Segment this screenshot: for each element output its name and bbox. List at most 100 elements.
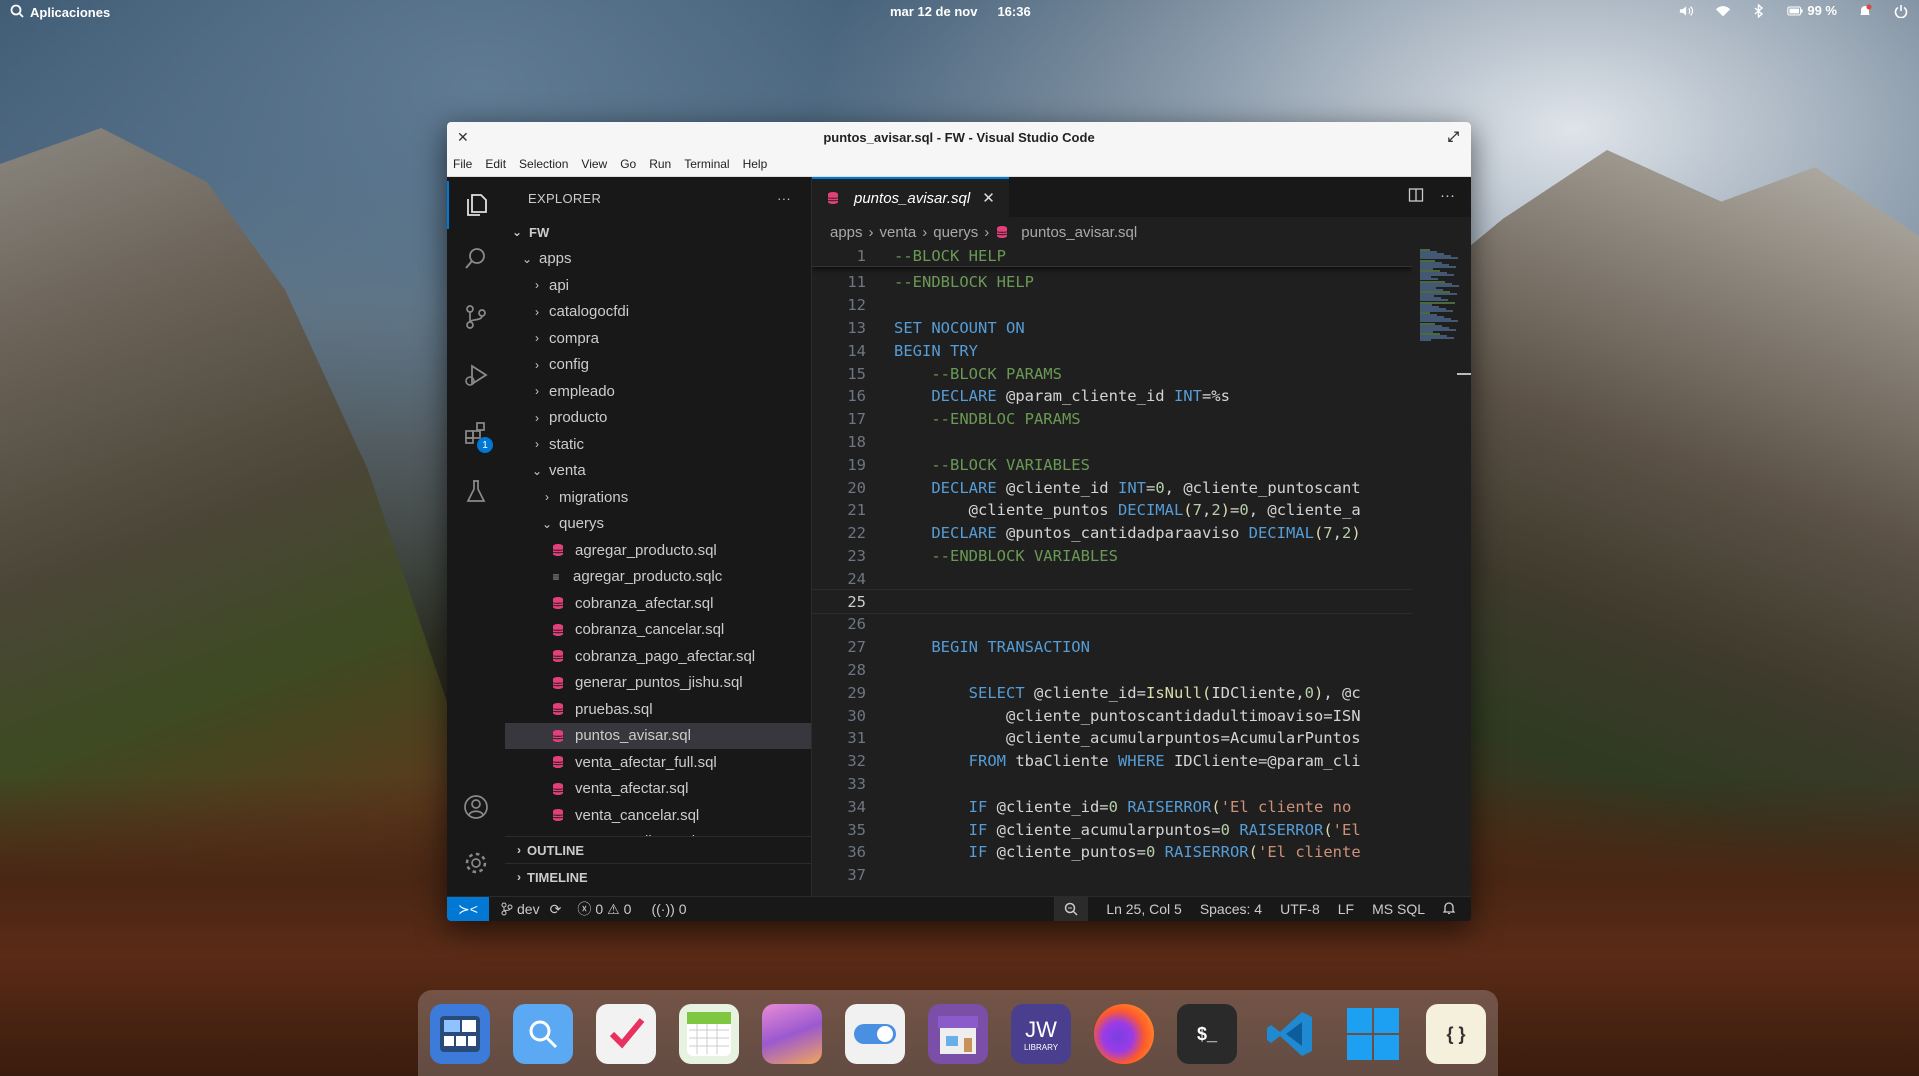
file-item[interactable]: venta_totalizar.sql xyxy=(505,829,811,836)
source-control-icon[interactable] xyxy=(447,293,505,341)
code-line[interactable]: 31 @cliente_acumularpuntos=AcumularPunto… xyxy=(812,727,1412,750)
file-item[interactable]: venta_afectar_full.sql xyxy=(505,749,811,776)
code-line[interactable]: 32 FROM tbaCliente WHERE IDCliente=@para… xyxy=(812,750,1412,773)
wifi-icon[interactable] xyxy=(1715,4,1731,18)
applications-menu[interactable]: Aplicaciones xyxy=(10,4,110,21)
settings-gear-icon[interactable] xyxy=(447,839,505,887)
dock-terminal-icon[interactable]: $_ xyxy=(1177,1004,1237,1064)
split-editor-icon[interactable] xyxy=(1408,187,1424,207)
code-line[interactable]: 20 DECLARE @cliente_id INT=0, @cliente_p… xyxy=(812,476,1412,499)
code-line[interactable]: 15 --BLOCK PARAMS xyxy=(812,362,1412,385)
folder-item[interactable]: ⌄ venta xyxy=(505,458,811,485)
editor-more-icon[interactable]: ··· xyxy=(1440,187,1455,207)
explorer-icon[interactable] xyxy=(447,181,505,229)
clock[interactable]: mar 12 de nov 16:36 xyxy=(890,4,1031,19)
file-item[interactable]: pruebas.sql xyxy=(505,696,811,723)
file-item[interactable]: cobranza_cancelar.sql xyxy=(505,617,811,644)
dock-jw-library-icon[interactable]: JW LIBRARY xyxy=(1011,1004,1071,1064)
menu-view[interactable]: View xyxy=(581,157,607,171)
run-debug-icon[interactable] xyxy=(447,351,505,399)
maximize-icon[interactable]: ⤢ xyxy=(1448,128,1459,145)
file-item[interactable]: generar_puntos_jishu.sql xyxy=(505,670,811,697)
folder-item[interactable]: › static xyxy=(505,431,811,458)
volume-icon[interactable] xyxy=(1679,4,1695,18)
sticky-scroll-line[interactable]: 1 --BLOCK HELP xyxy=(812,245,1412,267)
outline-section[interactable]: › OUTLINE xyxy=(505,836,811,863)
problems-indicator[interactable]: ⓧ 0 ⚠ 0 xyxy=(577,899,631,919)
folder-item[interactable]: › compra xyxy=(505,325,811,352)
power-icon[interactable] xyxy=(1893,4,1909,18)
account-icon[interactable] xyxy=(447,783,505,831)
breadcrumb-item[interactable]: querys xyxy=(933,224,978,241)
dock-tasks-icon[interactable] xyxy=(596,1004,656,1064)
minimap[interactable] xyxy=(1412,245,1471,896)
close-window-icon[interactable]: ✕ xyxy=(457,129,469,146)
dock-calendar-icon[interactable] xyxy=(679,1004,739,1064)
code-line[interactable]: 14 BEGIN TRY xyxy=(812,339,1412,362)
file-item[interactable]: cobranza_pago_afectar.sql xyxy=(505,643,811,670)
folder-item[interactable]: › catalogocfdi xyxy=(505,299,811,326)
battery-indicator[interactable]: 99 % xyxy=(1787,3,1837,18)
file-item[interactable]: cobranza_afectar.sql xyxy=(505,590,811,617)
code-line[interactable]: 24 xyxy=(812,567,1412,590)
breadcrumb-item[interactable]: venta xyxy=(880,224,917,241)
code-line[interactable]: 16 DECLARE @param_cliente_id INT=%s xyxy=(812,385,1412,408)
sync-icon[interactable]: ⟳ xyxy=(550,901,562,918)
timeline-section[interactable]: › TIMELINE xyxy=(505,863,811,890)
folder-item[interactable]: ⌄ querys xyxy=(505,511,811,538)
code-line[interactable]: 19 --BLOCK VARIABLES xyxy=(812,453,1412,476)
dock-json-editor-icon[interactable]: { } xyxy=(1426,1004,1486,1064)
notifications-icon[interactable] xyxy=(1857,4,1873,18)
testing-flask-icon[interactable] xyxy=(447,467,505,515)
code-line[interactable]: 13 SET NOCOUNT ON xyxy=(812,317,1412,340)
code-line[interactable]: 30 @cliente_puntoscantidadultimoaviso=IS… xyxy=(812,704,1412,727)
dock-store-icon[interactable] xyxy=(928,1004,988,1064)
folder-item[interactable]: › producto xyxy=(505,405,811,432)
code-editor[interactable]: 1 --BLOCK HELP 11 --ENDBLOCK HELP 12 13 SET NO… xyxy=(812,245,1412,896)
end-of-line[interactable]: LF xyxy=(1338,901,1354,917)
code-line[interactable]: 21 @cliente_puntos DECIMAL(7,2)=0, @clie… xyxy=(812,499,1412,522)
code-line[interactable]: 37 xyxy=(812,864,1412,887)
extensions-icon[interactable]: 1 xyxy=(447,409,505,457)
breadcrumb-item[interactable]: apps xyxy=(830,224,863,241)
code-line[interactable]: 33 xyxy=(812,773,1412,796)
folder-item[interactable]: › config xyxy=(505,352,811,379)
encoding[interactable]: UTF-8 xyxy=(1280,901,1320,917)
folder-item[interactable]: ⌄ apps xyxy=(505,246,811,273)
search-view-icon[interactable] xyxy=(447,235,505,283)
language-mode[interactable]: MS SQL xyxy=(1372,901,1425,917)
file-item[interactable]: agregar_producto.sql xyxy=(505,537,811,564)
folder-item[interactable]: › empleado xyxy=(505,378,811,405)
menu-file[interactable]: File xyxy=(453,157,472,171)
code-line[interactable]: 22 DECLARE @puntos_cantidadparaaviso DEC… xyxy=(812,522,1412,545)
file-item[interactable]: puntos_avisar.sql xyxy=(505,722,811,749)
menu-edit[interactable]: Edit xyxy=(485,157,506,171)
code-line[interactable]: 12 xyxy=(812,294,1412,317)
code-line[interactable]: 36 IF @cliente_puntos=0 RAISERROR('El cl… xyxy=(812,841,1412,864)
indentation[interactable]: Spaces: 4 xyxy=(1200,901,1262,917)
branch-indicator[interactable]: dev ⟳ xyxy=(501,901,561,918)
workspace-root[interactable]: ⌄ FW xyxy=(505,219,811,246)
code-line[interactable]: 29 SELECT @cliente_id=IsNull(IDCliente,0… xyxy=(812,681,1412,704)
zoom-icon[interactable] xyxy=(1054,896,1089,921)
code-line[interactable]: 26 xyxy=(812,613,1412,636)
dock-firefox-icon[interactable] xyxy=(1094,1004,1154,1064)
folder-item[interactable]: › migrations xyxy=(505,484,811,511)
code-line[interactable]: 18 xyxy=(812,431,1412,454)
dock-windows-icon[interactable] xyxy=(1343,1004,1403,1064)
close-tab-icon[interactable]: ✕ xyxy=(982,189,995,207)
menu-terminal[interactable]: Terminal xyxy=(684,157,729,171)
ports-indicator[interactable]: ((·)) 0 xyxy=(651,901,686,917)
file-item[interactable]: venta_cancelar.sql xyxy=(505,802,811,829)
dock-vscode-icon[interactable] xyxy=(1260,1004,1320,1064)
code-line[interactable]: 34 IF @cliente_id=0 RAISERROR('El client… xyxy=(812,795,1412,818)
menu-help[interactable]: Help xyxy=(743,157,768,171)
remote-indicator-icon[interactable]: ≻< xyxy=(447,896,489,921)
bluetooth-icon[interactable] xyxy=(1751,3,1767,18)
notifications-bell-icon[interactable] xyxy=(1442,901,1456,918)
file-item[interactable]: venta_afectar.sql xyxy=(505,776,811,803)
cursor-position[interactable]: Ln 25, Col 5 xyxy=(1106,901,1182,917)
code-line[interactable]: 23 --ENDBLOCK VARIABLES xyxy=(812,545,1412,568)
explorer-more-actions[interactable]: ··· xyxy=(777,191,791,206)
dock-finder-icon[interactable] xyxy=(513,1004,573,1064)
